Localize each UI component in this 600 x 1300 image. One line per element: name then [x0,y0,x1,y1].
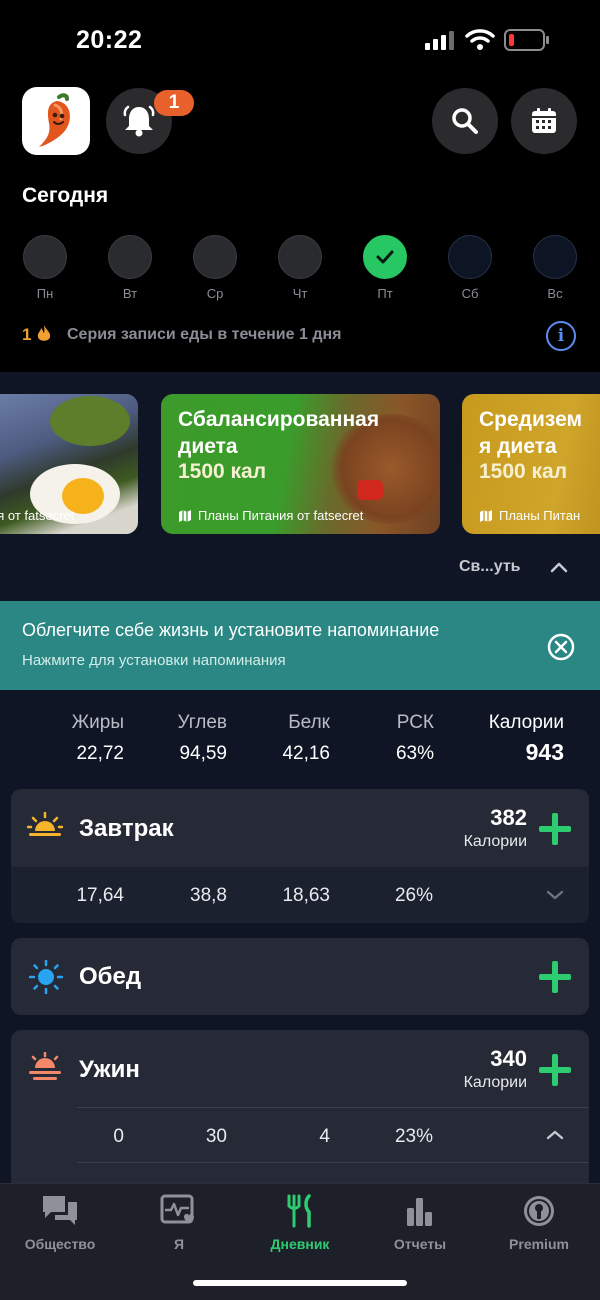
breakfast-carbs: 38,8 [190,885,227,906]
add-lunch-button[interactable] [539,961,571,993]
today-title: Сегодня [22,184,109,207]
meal-lunch[interactable]: Обед [11,938,589,1015]
wifi-icon [465,29,495,50]
home-indicator [193,1280,407,1286]
plan-card-balanced[interactable]: Сбалансированная диета 1500 кал Планы Пит… [161,394,440,534]
plan-card-med-kcal: 1500 кал [479,460,568,483]
plan-card-balanced-title-1: Сбалансированная [178,408,380,431]
chevron-up-icon[interactable] [545,1129,565,1141]
status-time: 20:22 [76,26,143,54]
meal-dinner-name: Ужин [79,1056,140,1083]
heart-pulse-icon [160,1194,194,1224]
premium-badge-icon [524,1196,554,1226]
dinner-protein: 4 [319,1126,330,1147]
reminder-title: Облегчите себе жизнь и установите напоми… [22,620,440,640]
day-tue[interactable]: Вт [107,235,153,301]
search-icon [452,108,478,134]
divider [77,1107,589,1108]
tab-community[interactable]: Общество [5,1194,115,1252]
add-breakfast-button[interactable] [539,813,571,845]
tab-diary[interactable]: Дневник [245,1194,355,1252]
dinner-carbs: 30 [205,1126,227,1147]
streak-count: 1 [22,325,32,344]
day-wed[interactable]: Ср [192,235,238,301]
meal-dinner-calories: 340 Калории [463,1046,527,1091]
breakfast-rdi: 26% [394,885,433,906]
day-thu[interactable]: Чт [277,235,323,301]
plan-card-balanced-title-2: диета [178,435,238,458]
calendar-button[interactable] [511,88,577,154]
search-button[interactable] [432,88,498,154]
collapse-button[interactable]: Св...уть [459,558,521,576]
summary-protein: Белк 42,16 [282,712,330,764]
sunrise-icon [27,811,63,836]
plan-card-balanced-kcal: 1500 кал [178,460,267,483]
dinner-rdi: 23% [394,1126,433,1147]
fork-knife-icon [287,1194,311,1228]
meal-breakfast-name: Завтрак [79,815,174,842]
chevron-down-icon[interactable] [545,889,565,901]
plan-card-1[interactable]: ия от fatsecret [0,394,138,534]
day-fri[interactable]: Пт [362,235,408,301]
plan-card-med-footer: Планы Питан [499,508,581,523]
plan-card-balanced-footer: Планы Питания от fatsecret [198,508,364,523]
meal-breakfast-calories: 382 Калории [463,805,527,850]
signal-icon [425,31,454,50]
plan-card-med-title-2: я диета [479,435,557,458]
plan-card-mediterranean[interactable]: Средизем я диета 1500 кал Планы Питан [462,394,600,534]
tab-reports[interactable]: Отчеты [365,1194,475,1252]
bell-icon [123,105,155,137]
check-icon [376,250,394,264]
summary-carbs: Углев 94,59 [177,712,227,764]
tab-me[interactable]: Я [124,1194,234,1252]
sunset-icon [29,1052,61,1080]
map-icon [480,509,492,522]
chili-pepper-icon [39,93,70,147]
summary-calories: Калории 943 [488,712,564,765]
notification-badge: 1 [154,90,194,116]
meal-breakfast[interactable]: Завтрак 382 Калории 17,64 38,8 18,63 26% [11,789,589,923]
meal-dinner[interactable]: Ужин 340 Калории 0 30 4 23% [11,1030,589,1200]
bar-chart-icon [407,1198,432,1226]
chevron-up-icon[interactable] [549,560,569,574]
summary-fat: Жиры 22,72 [71,712,124,764]
dinner-fat: 0 [113,1126,124,1147]
battery-icon [504,29,549,51]
sun-icon [29,960,63,994]
streak-text: Серия записи еды в течение 1 дня [67,326,342,343]
breakfast-protein: 18,63 [282,885,330,906]
info-icon[interactable]: i [546,321,576,351]
reminder-banner[interactable]: Облегчите себе жизнь и установите напоми… [0,601,600,690]
day-sat[interactable]: Сб [447,235,493,301]
reminder-subtitle: Нажмите для установки напоминания [22,652,286,669]
add-dinner-button[interactable] [539,1054,571,1086]
breakfast-fat: 17,64 [76,885,124,906]
close-icon[interactable] [546,632,576,662]
plan-card-med-title-1: Средизем [479,408,583,431]
day-sun[interactable]: Вс [532,235,578,301]
app-logo[interactable] [22,87,90,155]
day-mon[interactable]: Пн [22,235,68,301]
map-icon [179,509,191,522]
meal-lunch-name: Обед [79,963,142,990]
summary-rdi: РСК 63% [395,712,434,764]
divider [77,1162,589,1163]
chat-icon [43,1196,77,1225]
flame-icon [37,325,51,341]
plan-card-1-footer: ия от fatsecret [0,508,75,523]
calendar-icon [532,108,556,133]
tab-premium[interactable]: Premium [484,1194,594,1252]
